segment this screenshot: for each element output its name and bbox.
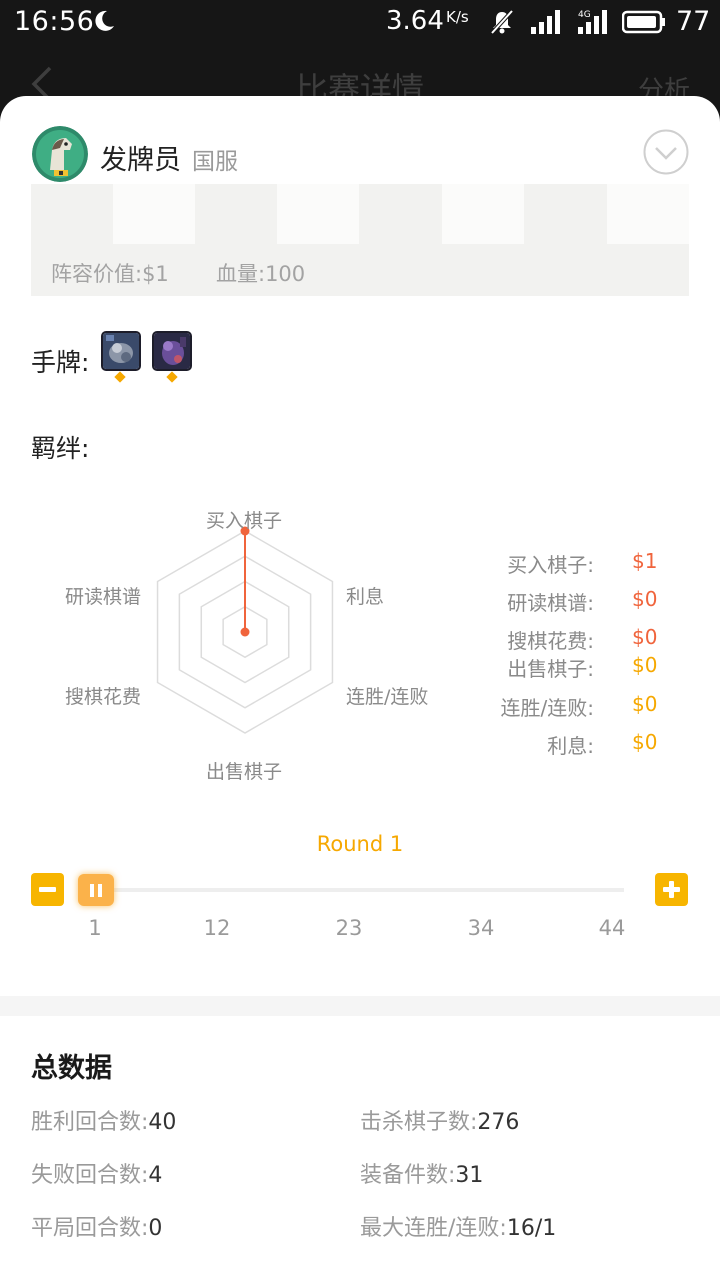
chess-piece-icon xyxy=(154,333,190,369)
round-tick: 12 xyxy=(203,916,231,940)
stat-value: 276 xyxy=(477,1110,520,1135)
radar-center-point xyxy=(240,627,250,637)
avatar[interactable] xyxy=(32,126,88,182)
stat-label: 平局回合数: xyxy=(31,1216,149,1241)
legend-value: $0 xyxy=(632,625,658,649)
stat-value: 40 xyxy=(148,1110,177,1135)
round-decrease-button[interactable] xyxy=(31,873,64,906)
stat-label: 胜利回合数: xyxy=(31,1110,149,1135)
network-speed-unit: K/s xyxy=(446,8,469,26)
stat-value: 16/1 xyxy=(506,1216,557,1241)
legend-label: 出售棋子: xyxy=(507,657,594,681)
legend-label: 研读棋谱: xyxy=(507,591,594,615)
board-slot xyxy=(607,184,689,244)
board-slot xyxy=(442,184,524,244)
stat-rounds-won: 胜利回合数:40 xyxy=(31,1104,176,1136)
network-speed: 3.64 xyxy=(386,6,444,36)
legend-value: $0 xyxy=(632,587,658,611)
round-slider-thumb[interactable] xyxy=(78,874,114,906)
stat-items: 装备件数:31 xyxy=(360,1157,483,1189)
stat-label: 击杀棋子数: xyxy=(360,1110,478,1135)
round-slider-track[interactable] xyxy=(100,888,624,892)
player-name: 发牌员 xyxy=(100,145,181,176)
board-slot xyxy=(277,184,359,244)
legend-value: $0 xyxy=(632,692,658,716)
round-tick: 23 xyxy=(335,916,363,940)
radar-chart-svg xyxy=(156,526,334,734)
stat-rounds-lost: 失败回合数:4 xyxy=(31,1157,162,1189)
stat-value: 0 xyxy=(148,1216,163,1241)
status-bar: 16:56 3.64 K/s 4G 77 xyxy=(0,0,720,44)
svg-text:4G: 4G xyxy=(578,10,591,20)
round-tick: 1 xyxy=(88,916,102,940)
hand-card[interactable] xyxy=(101,331,141,371)
horse-icon xyxy=(32,126,88,182)
totals-title: 总数据 xyxy=(31,1053,112,1084)
player-hp: 血量:100 xyxy=(216,262,306,286)
hand-label: 手牌: xyxy=(31,348,90,377)
battery-icon xyxy=(622,10,665,34)
synergy-label: 羁绊: xyxy=(31,434,90,463)
hand-card[interactable] xyxy=(152,331,192,371)
radar-axis-label: 研读棋谱 xyxy=(65,586,142,608)
economy-radar-chart: 买入棋子 利息 连胜/连败 出售棋子 搜棋花费 研读棋谱 xyxy=(60,506,450,796)
legend-value: $1 xyxy=(632,549,658,573)
stat-pieces-killed: 击杀棋子数:276 xyxy=(360,1104,519,1136)
match-detail-sheet: 发牌员 国服 阵容价值:$1 血量:100 手牌: 羁绊: 买入棋子 利息 连胜… xyxy=(0,96,720,1280)
stat-max-streak: 最大连胜/连败:16/1 xyxy=(360,1210,556,1242)
stat-value: 31 xyxy=(455,1163,484,1188)
star-icon xyxy=(166,371,178,383)
radar-axis-label: 连胜/连败 xyxy=(346,686,429,708)
notifications-off-icon xyxy=(490,9,514,35)
radar-axis-label: 搜棋花费 xyxy=(65,686,142,708)
chess-piece-icon xyxy=(103,333,139,369)
radar-axis-label: 利息 xyxy=(346,586,385,608)
lineup-value: 阵容价值:$1 xyxy=(51,262,169,286)
star-icon xyxy=(114,371,126,383)
round-tick: 34 xyxy=(467,916,495,940)
legend-value: $0 xyxy=(632,730,658,754)
legend-label: 买入棋子: xyxy=(507,553,594,577)
stat-label: 失败回合数: xyxy=(31,1163,149,1188)
radar-axis-label: 出售棋子 xyxy=(206,761,283,783)
section-divider xyxy=(0,996,720,1016)
moon-icon xyxy=(95,10,114,31)
legend-label: 连胜/连败: xyxy=(500,696,594,720)
round-tick: 44 xyxy=(598,916,626,940)
legend-value: $0 xyxy=(632,653,658,677)
radar-axis-label: 买入棋子 xyxy=(206,510,283,532)
player-server: 国服 xyxy=(192,149,238,175)
round-label: Round 1 xyxy=(316,832,404,856)
stat-label: 装备件数: xyxy=(360,1163,456,1188)
stat-value: 4 xyxy=(148,1163,163,1188)
signal-icon xyxy=(531,10,560,34)
stat-label: 最大连胜/连败: xyxy=(360,1216,507,1241)
board-slot xyxy=(113,184,195,244)
chevron-down-icon[interactable] xyxy=(643,129,689,175)
stat-rounds-draw: 平局回合数:0 xyxy=(31,1210,162,1242)
lineup-board: 阵容价值:$1 血量:100 xyxy=(31,184,689,296)
status-time: 16:56 xyxy=(14,6,95,37)
legend-label: 搜棋花费: xyxy=(507,629,594,653)
legend-label: 利息: xyxy=(547,734,594,758)
battery-level: 77 xyxy=(676,6,711,37)
signal-4g-icon: 4G xyxy=(578,10,607,34)
round-increase-button[interactable] xyxy=(655,873,688,906)
